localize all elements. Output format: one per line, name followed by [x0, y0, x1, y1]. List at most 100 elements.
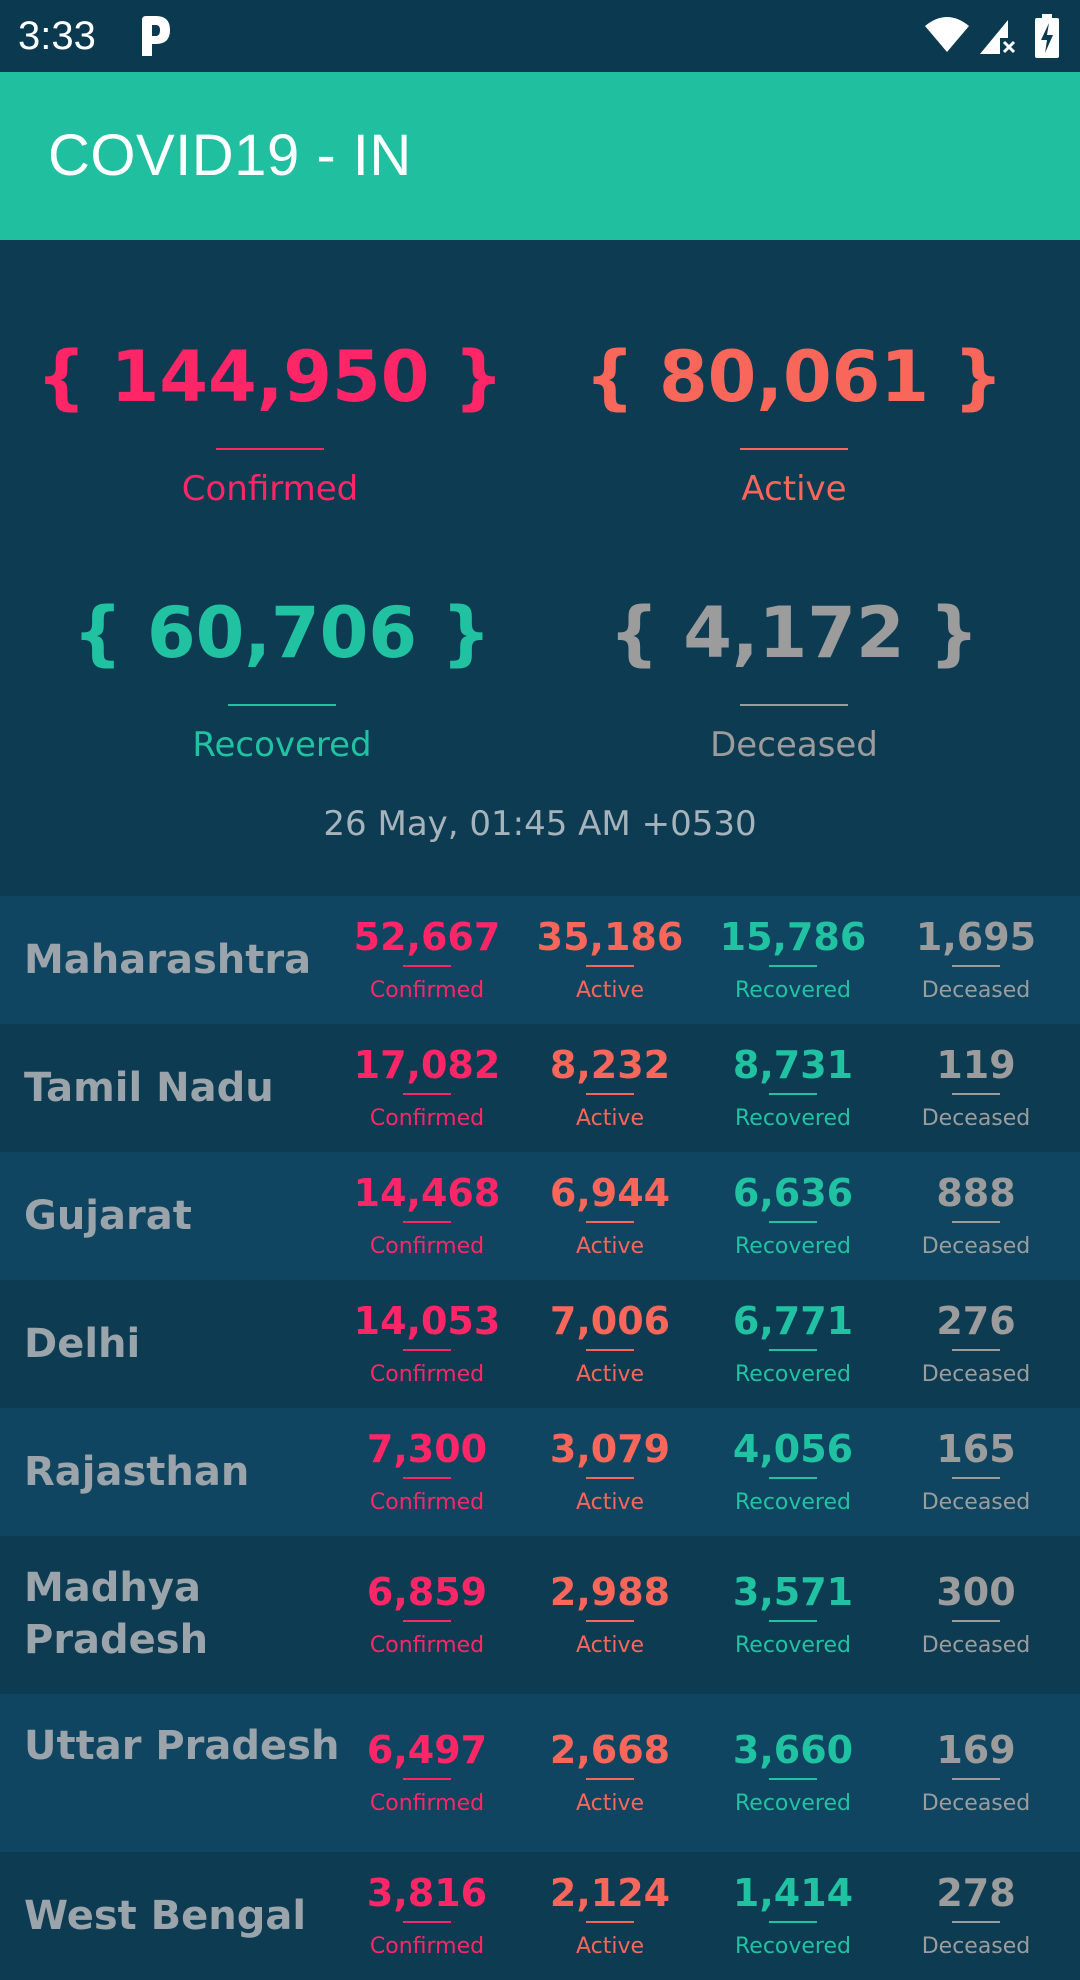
divider	[403, 1221, 451, 1223]
stat-confirmed: 6,859 Confirmed	[337, 1569, 517, 1660]
stat-confirmed: 52,667 Confirmed	[337, 914, 517, 1005]
battery-charging-icon	[1035, 14, 1059, 58]
state-row-gujarat[interactable]: Gujarat 14,468 Confirmed 6,944 Active 6,…	[0, 1152, 1080, 1280]
stat-deceased: 888 Deceased	[886, 1170, 1066, 1261]
state-name: Maharashtra	[24, 937, 312, 983]
stat-recovered-value: 6,636	[732, 1171, 854, 1215]
stat-active-label: Active	[575, 1362, 645, 1387]
stat-confirmed: 6,497 Confirmed	[337, 1727, 517, 1818]
divider	[403, 1620, 451, 1622]
stat-confirmed-label: Confirmed	[369, 978, 485, 1003]
stat-deceased: 169 Deceased	[886, 1727, 1066, 1818]
stat-deceased-label: Deceased	[921, 1934, 1031, 1959]
stat-active: 2,124 Active	[520, 1870, 700, 1961]
stat-recovered: 6,636 Recovered	[703, 1170, 883, 1261]
divider	[586, 965, 634, 967]
state-row-uttar-pradesh[interactable]: Uttar Pradesh 6,497 Confirmed 2,668 Acti…	[0, 1694, 1080, 1852]
divider	[403, 1921, 451, 1923]
stat-recovered-value: 8,731	[732, 1043, 854, 1087]
stat-active: 2,988 Active	[520, 1569, 700, 1660]
summary-active: { 80,061 } Active	[524, 332, 1064, 510]
stat-confirmed: 14,053 Confirmed	[337, 1298, 517, 1389]
stat-confirmed-label: Confirmed	[369, 1791, 485, 1816]
stat-recovered-label: Recovered	[734, 1234, 851, 1259]
last-updated-timestamp: 26 May, 01:45 AM +0530	[323, 804, 757, 844]
state-row-rajasthan[interactable]: Rajasthan 7,300 Confirmed 3,079 Active 4…	[0, 1408, 1080, 1536]
stat-active: 8,232 Active	[520, 1042, 700, 1133]
stat-active-value: 8,232	[549, 1043, 671, 1087]
wifi-icon	[925, 17, 969, 52]
state-name: Madhya Pradesh	[24, 1565, 209, 1663]
stat-deceased: 276 Deceased	[886, 1298, 1066, 1389]
divider	[403, 1778, 451, 1780]
stat-confirmed-label: Confirmed	[369, 1490, 485, 1515]
stat-deceased: 1,695 Deceased	[886, 914, 1066, 1005]
stat-recovered: 3,571 Recovered	[703, 1569, 883, 1660]
divider	[952, 1477, 1000, 1479]
stat-active-value: 2,988	[549, 1570, 671, 1614]
divider	[952, 1093, 1000, 1095]
stat-confirmed-label: Confirmed	[369, 1934, 485, 1959]
stat-confirmed-value: 6,497	[366, 1728, 488, 1772]
stat-deceased: 119 Deceased	[886, 1042, 1066, 1133]
state-name: Tamil Nadu	[24, 1065, 274, 1111]
stat-confirmed-value: 14,053	[353, 1299, 501, 1343]
stat-active-label: Active	[575, 1106, 645, 1131]
state-row-tamil-nadu[interactable]: Tamil Nadu 17,082 Confirmed 8,232 Active…	[0, 1024, 1080, 1152]
stat-recovered-value: 3,571	[732, 1570, 854, 1614]
stat-confirmed-value: 17,082	[353, 1043, 501, 1087]
stat-recovered-label: Recovered	[734, 1106, 851, 1131]
divider	[403, 965, 451, 967]
stat-confirmed-value: 6,859	[366, 1570, 488, 1614]
stat-confirmed-value: 7,300	[366, 1427, 488, 1471]
stat-deceased-value: 300	[936, 1570, 1016, 1614]
divider	[403, 1349, 451, 1351]
state-row-delhi[interactable]: Delhi 14,053 Confirmed 7,006 Active 6,77…	[0, 1280, 1080, 1408]
stat-active-value: 2,668	[549, 1728, 671, 1772]
stat-deceased-label: Deceased	[921, 1106, 1031, 1131]
summary-deceased-value: { 4,172 }	[609, 592, 979, 674]
summary-confirmed-value: { 144,950 }	[36, 336, 504, 418]
divider	[769, 1778, 817, 1780]
stat-deceased-label: Deceased	[921, 978, 1031, 1003]
stat-active-label: Active	[575, 1791, 645, 1816]
divider	[769, 965, 817, 967]
stat-active: 6,944 Active	[520, 1170, 700, 1261]
divider	[769, 1221, 817, 1223]
summary-active-value: { 80,061 }	[584, 336, 1004, 418]
divider	[952, 1778, 1000, 1780]
state-row-maharashtra[interactable]: Maharashtra 52,667 Confirmed 35,186 Acti…	[0, 896, 1080, 1024]
app-title: COVID19 - IN	[48, 123, 412, 188]
stat-active-value: 7,006	[549, 1299, 671, 1343]
state-row-madhya-pradesh[interactable]: Madhya Pradesh 6,859 Confirmed 2,988 Act…	[0, 1536, 1080, 1694]
summary-deceased-label: Deceased	[710, 725, 878, 765]
stat-confirmed-value: 3,816	[366, 1871, 488, 1915]
stat-confirmed-value: 52,667	[353, 915, 501, 959]
app-bar: COVID19 - IN	[0, 72, 1080, 240]
stat-active-label: Active	[575, 1633, 645, 1658]
stat-deceased: 300 Deceased	[886, 1569, 1066, 1660]
stat-recovered: 4,056 Recovered	[703, 1426, 883, 1517]
stat-confirmed: 17,082 Confirmed	[337, 1042, 517, 1133]
stat-confirmed-label: Confirmed	[369, 1633, 485, 1658]
divider	[740, 448, 848, 450]
stat-deceased-value: 888	[936, 1171, 1016, 1215]
stat-active-label: Active	[575, 1490, 645, 1515]
state-row-west-bengal[interactable]: West Bengal 3,816 Confirmed 2,124 Active…	[0, 1852, 1080, 1980]
stat-confirmed-label: Confirmed	[369, 1234, 485, 1259]
stat-recovered: 8,731 Recovered	[703, 1042, 883, 1133]
state-name: Delhi	[24, 1321, 141, 1367]
stat-recovered-value: 3,660	[732, 1728, 854, 1772]
stat-deceased-value: 169	[936, 1728, 1016, 1772]
divider	[586, 1349, 634, 1351]
divider	[952, 1921, 1000, 1923]
stat-active-label: Active	[575, 1234, 645, 1259]
stat-active-label: Active	[575, 978, 645, 1003]
divider	[769, 1620, 817, 1622]
stat-deceased-value: 278	[936, 1871, 1016, 1915]
stat-confirmed: 7,300 Confirmed	[337, 1426, 517, 1517]
stat-recovered: 6,771 Recovered	[703, 1298, 883, 1389]
stat-confirmed: 14,468 Confirmed	[337, 1170, 517, 1261]
stat-deceased-label: Deceased	[921, 1234, 1031, 1259]
summary-confirmed: { 144,950 } Confirmed	[0, 332, 540, 510]
